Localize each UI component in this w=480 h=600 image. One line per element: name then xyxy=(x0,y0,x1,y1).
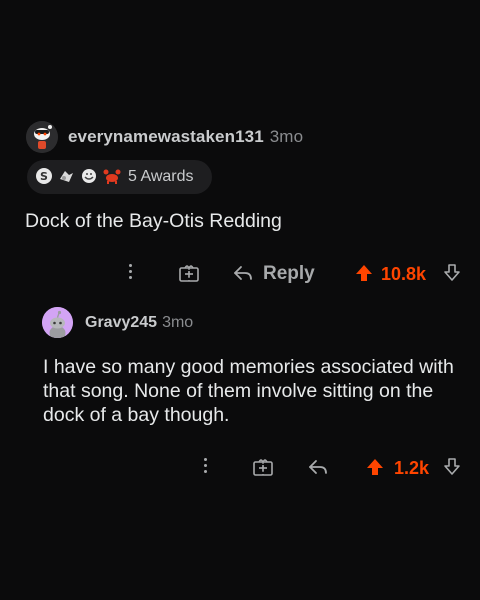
comment-actions: Reply 10.8k xyxy=(0,258,480,290)
upvote-icon[interactable] xyxy=(354,263,374,288)
username[interactable]: Gravy245 xyxy=(85,314,157,331)
give-award-icon[interactable] xyxy=(252,457,274,482)
snoo-avatar-icon xyxy=(26,121,58,153)
upvote-icon[interactable] xyxy=(365,457,385,482)
comment-author[interactable]: everynamewastaken131 3mo xyxy=(68,127,303,147)
more-options-icon[interactable] xyxy=(129,261,133,282)
helpful-award-icon xyxy=(57,167,75,185)
reply-button[interactable]: Reply xyxy=(263,263,315,285)
reply-icon[interactable] xyxy=(232,264,254,287)
awards-count: 5 Awards xyxy=(128,168,194,185)
awards-pill[interactable]: S 5 Awards xyxy=(27,160,212,194)
reply-icon[interactable] xyxy=(307,458,329,481)
avatar[interactable] xyxy=(42,307,73,338)
wholesome-award-icon xyxy=(80,167,98,185)
silver-award-icon: S xyxy=(35,167,53,185)
downvote-icon[interactable] xyxy=(442,457,462,482)
vote-count: 1.2k xyxy=(394,458,430,478)
comment-body: Dock of the Bay-Otis Redding xyxy=(25,210,282,232)
comment-actions: 1.2k xyxy=(0,452,480,484)
thread-line[interactable] xyxy=(31,300,33,460)
downvote-icon[interactable] xyxy=(442,263,462,288)
comment-age: 3mo xyxy=(162,314,194,331)
avatar[interactable] xyxy=(26,121,58,153)
comment-author[interactable]: Gravy245 3mo xyxy=(85,314,193,332)
comment-age: 3mo xyxy=(269,127,304,146)
crab-award-icon xyxy=(103,167,121,185)
more-options-icon[interactable] xyxy=(204,455,208,476)
comment-body: I have so many good memories associated … xyxy=(43,356,454,426)
vote-count: 10.8k xyxy=(381,264,427,284)
give-award-icon[interactable] xyxy=(178,263,200,288)
snoo-avatar-icon xyxy=(42,307,73,338)
username[interactable]: everynamewastaken131 xyxy=(68,127,264,146)
svg-text:S: S xyxy=(40,170,48,183)
